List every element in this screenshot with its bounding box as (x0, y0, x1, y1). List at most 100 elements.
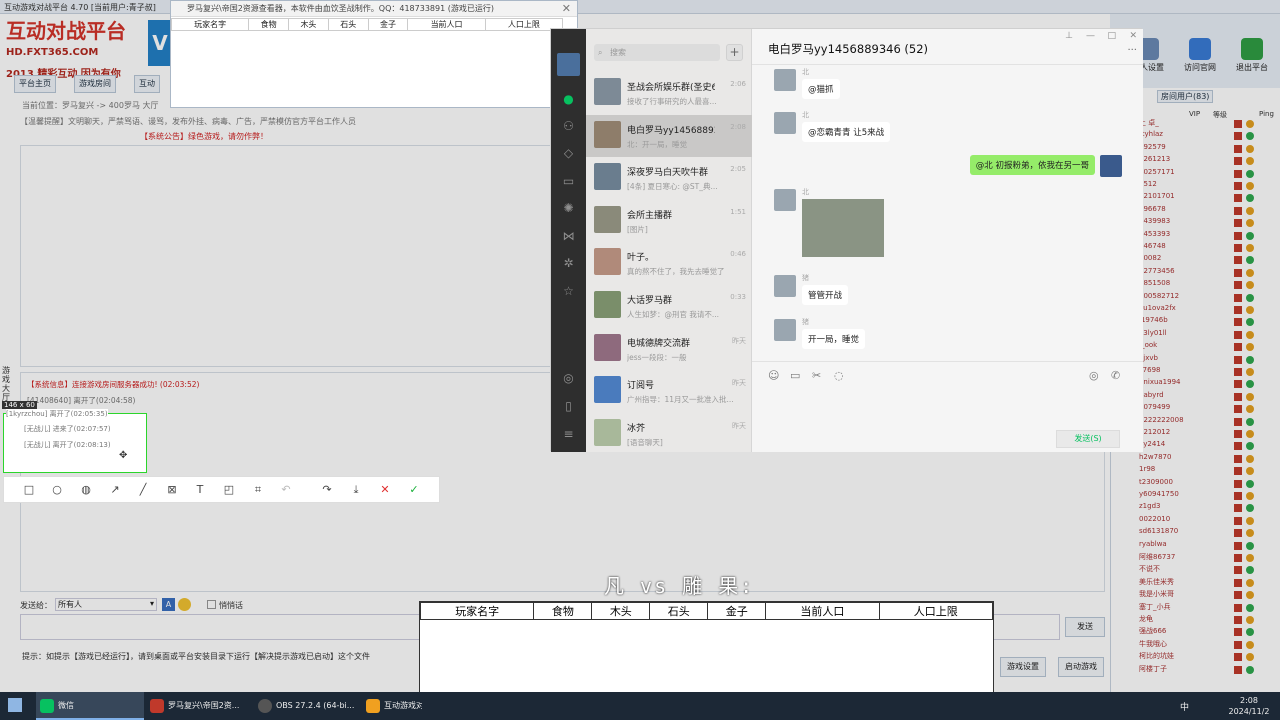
chat-title: 电白罗马yy1456889346 (52) (768, 42, 929, 56)
ime-indicator[interactable]: 中 (1180, 700, 1189, 713)
snip-toolbar: □ ○ ◍ ↗ ╱ ⊠ T ◰ ⌗ ↶ ↷ ⤓ ✕ ✓ (3, 476, 440, 503)
save-icon[interactable]: ⤓ (349, 483, 363, 497)
score-col-header: 食物 (533, 602, 593, 620)
text-icon[interactable]: T (193, 483, 207, 497)
conversation-name: 电城德牌交流群 (627, 338, 691, 349)
pin-icon[interactable]: ⊥ (1065, 31, 1073, 41)
undo-icon[interactable]: ↶ (279, 483, 293, 497)
obs-icon (258, 699, 272, 713)
message-avatar[interactable] (774, 275, 796, 297)
message-avatar[interactable] (774, 69, 796, 91)
conversation-item[interactable]: 会所主播群 1:51 [图片] (586, 200, 752, 242)
conversation-avatar (594, 333, 621, 361)
conversation-name: 订阅号 (627, 381, 655, 392)
search-input[interactable]: ⌕ 搜索 (594, 44, 720, 61)
mosaic-icon[interactable]: ◍ (79, 483, 93, 497)
taskbar-rome[interactable]: 罗马复兴\帝国2资... (146, 692, 252, 720)
wechat-window: ● ⚇ ◇ ▭ ✺ ⋈ ✲ ☆ ◎ ▯ ≡ ⌕ 搜索 + 圣战会所娱乐群(圣史6.… (550, 28, 1143, 452)
menu-icon[interactable]: ≡ (561, 427, 576, 442)
message-sender: 猪 (802, 274, 809, 282)
score-col-header: 金子 (707, 602, 767, 620)
snip-text: [无战儿] 离开了(02:08:13) (24, 441, 111, 449)
send-button[interactable]: 发送(S) (1056, 430, 1120, 448)
move-icon[interactable]: ✥ (119, 450, 127, 461)
conversation-item[interactable]: 电白罗马yy14568893... 2:08 北：开一局，睡觉 (586, 114, 752, 157)
message-bubble: @猫抓 (802, 79, 840, 99)
message-avatar[interactable] (1100, 155, 1122, 177)
res-col-header: 玩家名字 (170, 18, 250, 31)
conversation-name: 电白罗马yy14568893... (627, 125, 715, 136)
score-col-header: 人口上限 (878, 602, 994, 620)
conversation-avatar (594, 248, 621, 276)
phone-icon[interactable]: ▯ (561, 399, 576, 414)
mini-program-icon[interactable]: ◎ (561, 371, 576, 386)
start-icon[interactable] (8, 698, 22, 712)
conversation-item[interactable]: 大话罗马群 0:33 人生如梦：@刑官 我请不... (586, 285, 752, 327)
chat-header: 电白罗马yy1456889346 (52) ⊥ — □ ✕ ··· (752, 29, 1143, 65)
live-icon[interactable]: ◎ (1089, 369, 1099, 382)
close-icon[interactable]: ✕ (1129, 31, 1137, 41)
chat-icon[interactable]: ● (561, 92, 576, 107)
cancel-icon[interactable]: ✕ (378, 483, 392, 497)
moments-icon[interactable]: ✺ (561, 201, 576, 216)
conversation-avatar (594, 291, 621, 318)
minimize-icon[interactable]: — (1086, 31, 1095, 41)
taskbar-obs[interactable]: OBS 27.2.4 (64-bi... (254, 692, 360, 720)
taskbar-wechat[interactable]: 微信 (36, 692, 144, 720)
taskbar-platform[interactable]: 互动游戏对战... (362, 692, 422, 720)
maximize-icon[interactable]: □ (1107, 31, 1116, 41)
blur-icon[interactable]: ⊠ (165, 483, 179, 497)
gear-icon[interactable]: ✲ (561, 256, 576, 271)
message-avatar[interactable] (774, 319, 796, 341)
conversation-item[interactable]: 圣战会所娱乐群(圣史6... 2:06 接收了行事研究的人最喜... (586, 72, 752, 114)
conversation-name: 会所主播群 (627, 210, 673, 221)
arrow-icon[interactable]: ↗ (108, 483, 122, 497)
folder-icon[interactable]: ▭ (790, 369, 800, 382)
done-icon[interactable]: ✓ (407, 483, 421, 497)
scissors-icon[interactable]: ✂ (812, 369, 821, 382)
user-avatar[interactable] (557, 53, 580, 76)
contacts-icon[interactable]: ⚇ (561, 119, 576, 134)
more-icon[interactable]: ··· (1127, 45, 1137, 56)
close-icon[interactable]: ✕ (562, 2, 571, 15)
message-avatar[interactable] (774, 112, 796, 134)
wechat-sidebar: ● ⚇ ◇ ▭ ✺ ⋈ ✲ ☆ ◎ ▯ ≡ (551, 29, 586, 452)
score-col-header: 木头 (591, 602, 651, 620)
taskbar-label: 微信 (58, 701, 74, 710)
call-icon[interactable]: ✆ (1111, 369, 1120, 382)
add-button[interactable]: + (726, 44, 743, 61)
emoji-icon[interactable]: ☺ (768, 369, 779, 382)
rectangle-icon[interactable]: □ (22, 483, 36, 497)
resources-header-row: 玩家名字 食物 木头 石头 金子 当前人口 人口上限 (170, 18, 564, 31)
clock[interactable]: 2:08 2024/11/2 (1228, 695, 1270, 717)
conversation-avatar (594, 376, 621, 404)
box-icon[interactable]: ◇ (561, 146, 576, 161)
conversation-item[interactable]: 电城德牌交流群 昨天 jess一段段：一般 (586, 328, 752, 370)
conversation-item[interactable]: 深夜罗马白天吹牛群 2:05 [4条] 夏日寒心: @ST_典... (586, 157, 752, 199)
message-bubble: @恋霸青青 让5来战 (802, 122, 891, 142)
message-sender: 北 (802, 188, 809, 196)
conversation-item[interactable]: 叶子。 0:46 真的熬不住了，我先去睡觉了 (586, 242, 752, 284)
conversation-item[interactable]: 冰芥 昨天 [语音聊天] (586, 413, 752, 455)
conversation-name: 叶子。 (627, 253, 655, 264)
ocr-icon[interactable]: ⌗ (251, 483, 265, 497)
res-col-header: 木头 (288, 18, 329, 31)
conversation-preview: 人生如梦：@刑官 我请不... (627, 310, 720, 319)
conversation-item[interactable]: 订阅号 昨天 广州指导：11月又一批准入批... (586, 370, 752, 412)
share-icon[interactable]: ↷ (320, 483, 334, 497)
snip-selection[interactable]: [无战儿] 进来了(02:07:57) [无战儿] 离开了(02:08:13) … (3, 409, 147, 473)
search-icon: ⌕ (598, 48, 603, 57)
chat-history-icon[interactable]: ◌ (834, 369, 844, 382)
folder-icon[interactable]: ▭ (561, 174, 576, 189)
message-avatar[interactable] (774, 189, 796, 211)
ellipse-icon[interactable]: ○ (50, 483, 64, 497)
line-icon[interactable]: ╱ (136, 483, 150, 497)
conversation-name: 大话罗马群 (627, 296, 673, 306)
star-icon[interactable]: ☆ (561, 284, 576, 299)
resources-viewer-window: 罗马复兴\帝国2资源查看器，本软件由血饮圣战制作。QQ：418733891 (游… (170, 0, 578, 108)
taskbar-label: 互动游戏对战... (384, 701, 422, 710)
marker-icon[interactable]: ◰ (222, 483, 236, 497)
message-image[interactable] (802, 199, 884, 257)
conversation-time: 0:33 (730, 293, 746, 301)
channels-icon[interactable]: ⋈ (561, 229, 576, 244)
